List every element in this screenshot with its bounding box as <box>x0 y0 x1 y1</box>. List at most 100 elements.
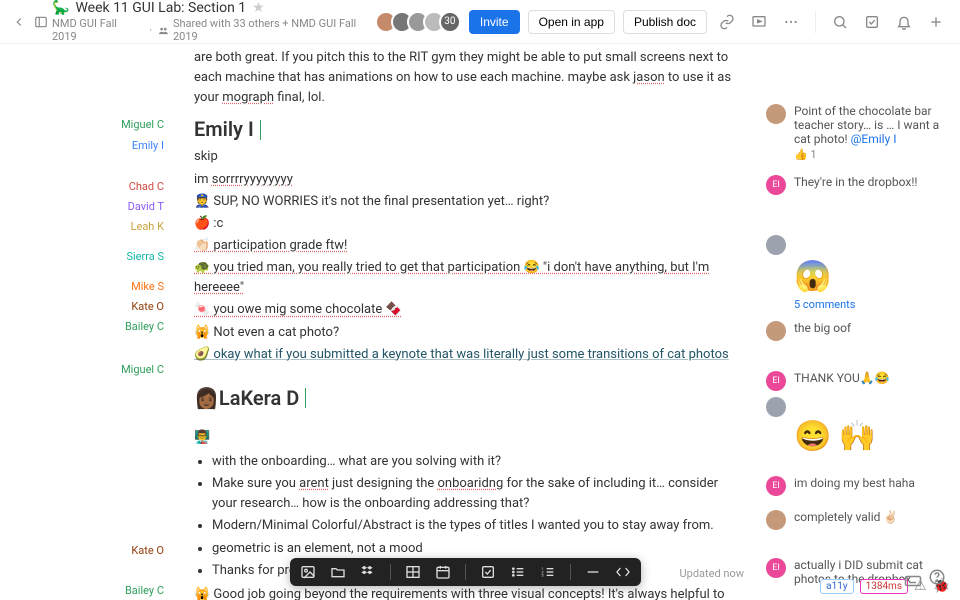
presence-stack[interactable]: 30 <box>381 11 461 33</box>
line-bailey: 🥑 okay what if you submitted a keynote t… <box>194 345 742 365</box>
document-area: Miguel C Emily I Chad C David T Leah K S… <box>30 44 960 600</box>
breadcrumb: NMD GUI Fall 2019 · Shared with 33 other… <box>52 17 381 43</box>
avatar <box>766 104 786 124</box>
list-item: Modern/Minimal Colorful/Abstract is the … <box>212 516 742 536</box>
presence-count: 30 <box>439 11 461 33</box>
image-icon[interactable] <box>300 564 316 580</box>
left-gutter <box>0 44 30 600</box>
avatar <box>766 397 786 417</box>
comment-text: They're in the dropbox!! <box>794 175 950 189</box>
help-icon[interactable] <box>924 564 950 590</box>
code-icon[interactable] <box>615 564 631 580</box>
link-icon[interactable] <box>715 10 739 34</box>
crumb-shared[interactable]: Shared with 33 others + NMD GUI Fall 201… <box>158 17 381 43</box>
intro-paragraph: are both great. If you pitch this to the… <box>194 48 742 108</box>
line-sierra: 🐢 you tried man, you really tried to get… <box>194 258 742 298</box>
author-label: Chad C <box>30 176 182 196</box>
avatar <box>766 235 786 255</box>
reaction-emoji[interactable]: 😄 🙌 <box>794 419 950 454</box>
sidebar-toggle-icon[interactable] <box>34 15 48 29</box>
publish-button[interactable]: Publish doc <box>623 10 707 34</box>
line-david: 🍎 :c <box>194 214 742 234</box>
more-icon[interactable] <box>779 10 803 34</box>
teacher-emoji: 👨‍🏫 <box>194 428 742 448</box>
comment[interactable]: EI They're in the dropbox!! <box>766 175 950 195</box>
author-label: Bailey C <box>30 316 182 336</box>
app-header: 🦕 Week 11 GUI Lab: Section 1 ★ NMD GUI F… <box>0 0 960 44</box>
author-label: Kate O <box>30 296 182 316</box>
comment[interactable] <box>766 397 950 417</box>
star-icon[interactable]: ★ <box>252 0 265 16</box>
search-icon[interactable] <box>828 10 852 34</box>
section-heading-emily: Emily I <box>194 114 742 145</box>
avatar <box>766 510 786 530</box>
author-label: Miguel C <box>30 114 182 134</box>
author-label: Emily I <box>30 134 182 156</box>
numbered-list-icon[interactable]: 123 <box>540 564 556 580</box>
content-column[interactable]: are both great. If you pitch this to the… <box>182 44 760 600</box>
comment-text: Point of the chocolate bar teacher story… <box>794 104 950 161</box>
section-heading-lakera: 👩🏾LaKera D <box>194 383 742 414</box>
avatar <box>766 321 786 341</box>
line-skip: skip <box>194 147 742 167</box>
comment[interactable]: completely valid ✌🏻 <box>766 510 950 530</box>
list-item: with the onboarding… what are you solvin… <box>212 452 742 472</box>
checkbox-icon[interactable] <box>480 564 496 580</box>
avatar: EI <box>766 476 786 496</box>
comment[interactable] <box>766 235 950 255</box>
doc-emoji-icon: 🦕 <box>52 0 69 16</box>
author-label: Bailey C <box>30 570 182 600</box>
author-label: Sierra S <box>30 236 182 276</box>
tasks-icon[interactable] <box>860 10 884 34</box>
comments-column: Point of the chocolate bar teacher story… <box>760 44 960 600</box>
list-item: geometric is an element, not a mood <box>212 539 742 559</box>
doc-title[interactable]: Week 11 GUI Lab: Section 1 <box>75 0 246 16</box>
comment[interactable]: EI THANK YOU🙏😂 <box>766 371 950 391</box>
perf-chip[interactable]: 1384ms <box>860 579 908 594</box>
calendar-icon[interactable] <box>435 564 451 580</box>
reaction-emoji[interactable]: 😱 <box>794 259 950 294</box>
keyboard-icon[interactable] <box>904 572 922 590</box>
dropbox-icon[interactable] <box>360 564 376 580</box>
author-label: David T <box>30 196 182 216</box>
author-label: Kate O <box>30 530 182 570</box>
a11y-chip[interactable]: a11y <box>820 579 853 594</box>
author-column: Miguel C Emily I Chad C David T Leah K S… <box>30 44 182 600</box>
nav-back-icon[interactable] <box>12 15 26 29</box>
line-chad: 👮 SUP, NO WORRIES it's not the final pre… <box>194 192 742 212</box>
comment-text: the big oof <box>794 321 950 335</box>
comment-text: completely valid ✌🏻 <box>794 510 950 524</box>
line-sorry: im sorrrryyyyyyyy <box>194 170 742 190</box>
folder-icon[interactable] <box>330 564 346 580</box>
present-icon[interactable] <box>747 10 771 34</box>
divider <box>815 11 816 33</box>
comments-link[interactable]: 5 comments <box>794 298 950 311</box>
open-in-app-button[interactable]: Open in app <box>528 10 615 34</box>
line-kate2: 🙀 Good job going beyond the requirements… <box>194 585 742 600</box>
author-label: Leah K <box>30 216 182 236</box>
cursor-caret <box>305 388 306 408</box>
author-label: Miguel C <box>30 354 182 384</box>
plus-icon[interactable] <box>924 10 948 34</box>
reaction-count[interactable]: 👍 1 <box>794 148 950 161</box>
insert-toolbar: 123 <box>290 558 641 586</box>
bell-icon[interactable] <box>892 10 916 34</box>
crumb-folder[interactable]: NMD GUI Fall 2019 <box>52 17 143 43</box>
line-leah: 👏🏻 participation grade ftw! <box>194 236 742 256</box>
divider-icon[interactable] <box>585 564 601 580</box>
header-left <box>12 15 48 29</box>
table-icon[interactable] <box>405 564 421 580</box>
updated-status: Updated now <box>680 567 744 580</box>
comment[interactable]: the big oof <box>766 321 950 341</box>
comment[interactable]: EI im doing my best haha <box>766 476 950 496</box>
comment[interactable]: Point of the chocolate bar teacher story… <box>766 104 950 161</box>
list-item: Make sure you arent just designing the o… <box>212 474 742 514</box>
body: Miguel C Emily I Chad C David T Leah K S… <box>0 44 960 600</box>
comment-text: im doing my best haha <box>794 476 950 490</box>
invite-button[interactable]: Invite <box>469 10 520 34</box>
bullet-list-icon[interactable] <box>510 564 526 580</box>
svg-text:3: 3 <box>541 573 543 578</box>
avatar: EI <box>766 175 786 195</box>
header-right: 30 Invite Open in app Publish doc <box>381 10 948 34</box>
line-kate: 🙀 Not even a cat photo? <box>194 323 742 343</box>
